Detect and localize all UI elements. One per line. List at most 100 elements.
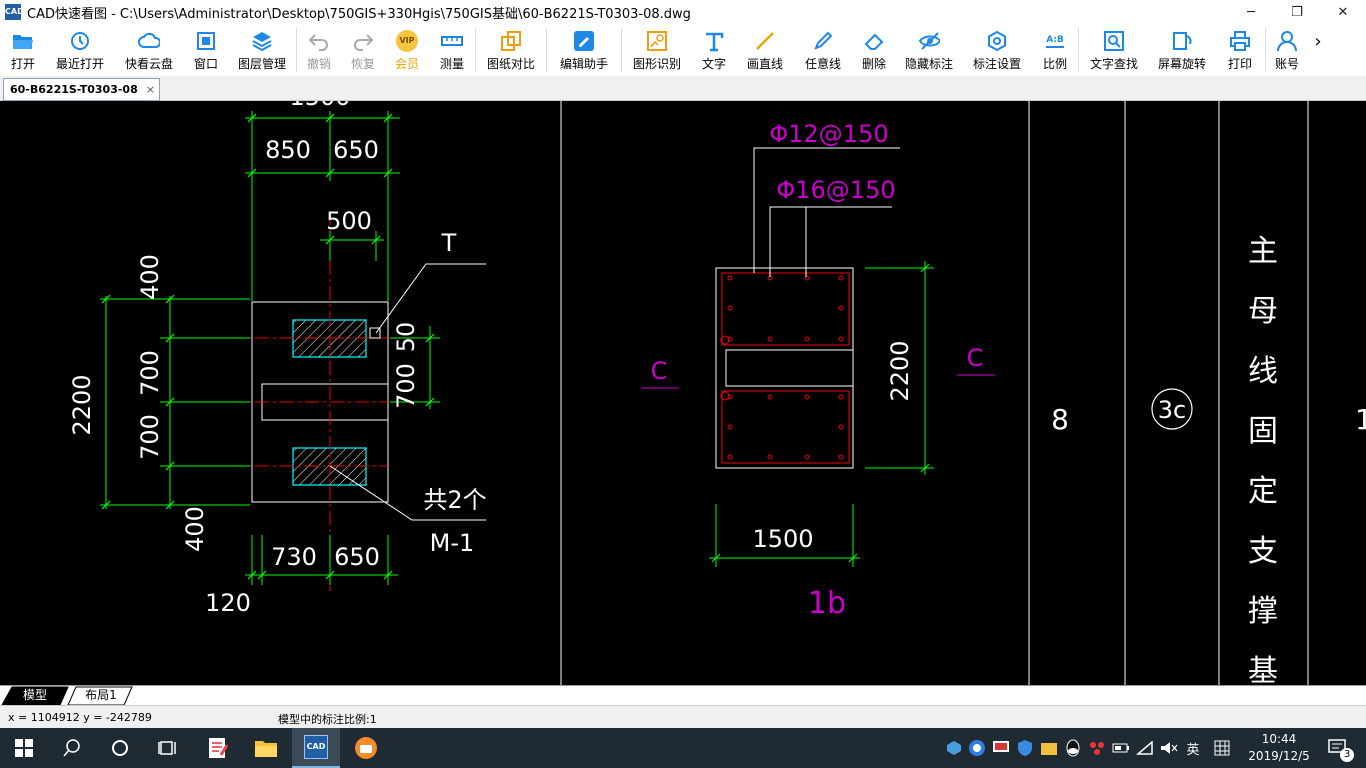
tray-box-icon[interactable] xyxy=(944,728,964,768)
dim-text: 1500 xyxy=(752,525,813,553)
cursor-coordinates: x = 1104912 y = -242789 xyxy=(8,711,152,724)
input-language-indicator[interactable]: 英 xyxy=(1182,728,1204,768)
freehand-label: 任意线 xyxy=(804,57,841,71)
taskbar-app-orange[interactable] xyxy=(342,728,390,768)
dim-text: 650 xyxy=(333,136,379,164)
taskbar-notes-app[interactable] xyxy=(194,728,242,768)
tray-folder-icon[interactable] xyxy=(1038,728,1060,768)
tab-layout1[interactable]: 布局1 xyxy=(76,687,126,704)
document-tab[interactable]: 60-B6221S-T0303-08 × xyxy=(3,78,160,101)
pen-icon xyxy=(812,30,834,52)
wifi-icon[interactable] xyxy=(1134,728,1156,768)
freehand-button[interactable]: 任意线 xyxy=(794,24,852,76)
minimize-button[interactable]: ─ xyxy=(1228,0,1274,24)
notes-app-icon xyxy=(209,738,229,758)
dimension-settings-icon xyxy=(986,30,1008,52)
vertical-title: 主 母 线 固 定 支 撑 基 xyxy=(1248,234,1278,685)
shape-recognize-button[interactable]: 图形识别 xyxy=(622,24,692,76)
tray-qq-icon[interactable] xyxy=(1062,728,1084,768)
scale-button[interactable]: A:B 比例 xyxy=(1032,24,1078,76)
eraser-icon xyxy=(863,30,885,52)
shape-recognize-label: 图形识别 xyxy=(632,57,681,71)
dim-text: 2200 xyxy=(68,374,96,435)
window-label: 窗口 xyxy=(193,57,218,71)
rotate-screen-button[interactable]: 屏幕旋转 xyxy=(1149,24,1215,76)
scale-label: 比例 xyxy=(1042,57,1067,71)
taskbar-explorer-app[interactable] xyxy=(242,728,290,768)
hide-annotation-button[interactable]: 隐藏标注 xyxy=(896,24,962,76)
vip-button[interactable]: VIP 会员 xyxy=(385,24,429,76)
dim-text: 50 xyxy=(392,322,420,353)
dim-text: 120 xyxy=(205,589,251,617)
start-button[interactable] xyxy=(0,728,48,768)
dim-text: 850 xyxy=(265,136,311,164)
axis-labels: 8 3c 1 xyxy=(1051,388,1366,436)
account-label: 账号 xyxy=(1274,57,1299,71)
account-button[interactable]: 账号 xyxy=(1266,24,1308,76)
label-t: T xyxy=(441,229,457,257)
text-icon xyxy=(703,30,725,52)
tab-model[interactable]: 模型 xyxy=(10,687,60,704)
dim-text: 400 xyxy=(136,254,164,300)
close-button[interactable]: ✕ xyxy=(1320,0,1366,24)
layers-button[interactable]: 图层管理 xyxy=(228,24,296,76)
cortana-button[interactable] xyxy=(96,728,144,768)
redo-label: 恢复 xyxy=(350,57,375,71)
tray-dots-icon[interactable] xyxy=(1086,728,1108,768)
cloud-button[interactable]: 快看云盘 xyxy=(114,24,184,76)
section-texts: Φ12@150 Φ16@150 C C 1b xyxy=(651,120,984,621)
task-view-icon xyxy=(158,741,176,755)
undo-button[interactable]: 撤销 xyxy=(297,24,341,76)
notification-center-button[interactable]: 3 xyxy=(1318,728,1358,768)
search-icon xyxy=(63,739,80,757)
layers-icon xyxy=(251,30,273,52)
title-char: 线 xyxy=(1248,354,1278,389)
taskbar-cad-app[interactable]: CAD xyxy=(292,728,340,768)
rebar-cage-bottom xyxy=(721,390,850,464)
delete-button[interactable]: 删除 xyxy=(852,24,896,76)
maximize-button[interactable]: ❐ xyxy=(1274,0,1320,24)
tray-monitor-icon[interactable] xyxy=(990,728,1012,768)
measure-button[interactable]: 测量 xyxy=(429,24,475,76)
tray-shield-icon[interactable] xyxy=(1014,728,1036,768)
annotation-scale: 模型中的标注比例:1 xyxy=(278,713,377,726)
hide-annotation-label: 隐藏标注 xyxy=(904,57,953,71)
vip-icon: VIP xyxy=(396,30,418,52)
task-view-button[interactable] xyxy=(144,728,192,768)
chevron-right-icon: › xyxy=(1314,30,1322,52)
status-bar: x = 1104912 y = -242789 模型中的标注比例:1 xyxy=(0,705,1366,729)
recent-button[interactable]: 最近打开 xyxy=(46,24,114,76)
print-button[interactable]: 打印 xyxy=(1215,24,1265,76)
text-search-label: 文字查找 xyxy=(1089,57,1138,71)
drawing-canvas[interactable]: 850 650 500 1500 2200 400 700 700 400 50… xyxy=(0,101,1366,685)
tray-browser-icon[interactable] xyxy=(966,728,988,768)
text-button[interactable]: 文字 xyxy=(692,24,736,76)
section-outline xyxy=(715,267,854,469)
windows-taskbar: CAD 英 10:44 2019/12/5 3 xyxy=(0,728,1366,768)
volume-icon[interactable] xyxy=(1158,728,1180,768)
compare-button[interactable]: 图纸对比 xyxy=(476,24,546,76)
folder-icon xyxy=(255,741,277,757)
section-view: Φ12@150 Φ16@150 C C 1b 2200 1500 xyxy=(641,120,995,621)
line-button[interactable]: 画直线 xyxy=(736,24,794,76)
print-label: 打印 xyxy=(1227,57,1252,71)
ime-icon[interactable] xyxy=(1210,728,1234,768)
document-tab-label: 60-B6221S-T0303-08 xyxy=(10,83,138,96)
redo-button[interactable]: 恢复 xyxy=(341,24,385,76)
edit-assistant-button[interactable]: 编辑助手 xyxy=(547,24,621,76)
windows-logo-icon xyxy=(15,739,33,757)
notification-count-badge: 3 xyxy=(1340,748,1354,762)
rebar-label-2: Φ16@150 xyxy=(776,176,895,204)
close-tab-icon[interactable]: × xyxy=(146,83,155,96)
text-search-button[interactable]: 文字查找 xyxy=(1079,24,1149,76)
open-button[interactable]: 打开 xyxy=(0,24,46,76)
rebar-cage-top xyxy=(721,272,850,346)
search-button[interactable] xyxy=(48,728,96,768)
window-button[interactable]: 窗口 xyxy=(184,24,228,76)
title-char: 定 xyxy=(1248,474,1278,509)
text-search-icon xyxy=(1103,30,1125,52)
toolbar-more-button[interactable]: › xyxy=(1308,24,1328,76)
system-clock[interactable]: 10:44 2019/12/5 xyxy=(1244,731,1314,765)
battery-icon[interactable] xyxy=(1110,728,1132,768)
dimension-settings-button[interactable]: 标注设置 xyxy=(962,24,1032,76)
